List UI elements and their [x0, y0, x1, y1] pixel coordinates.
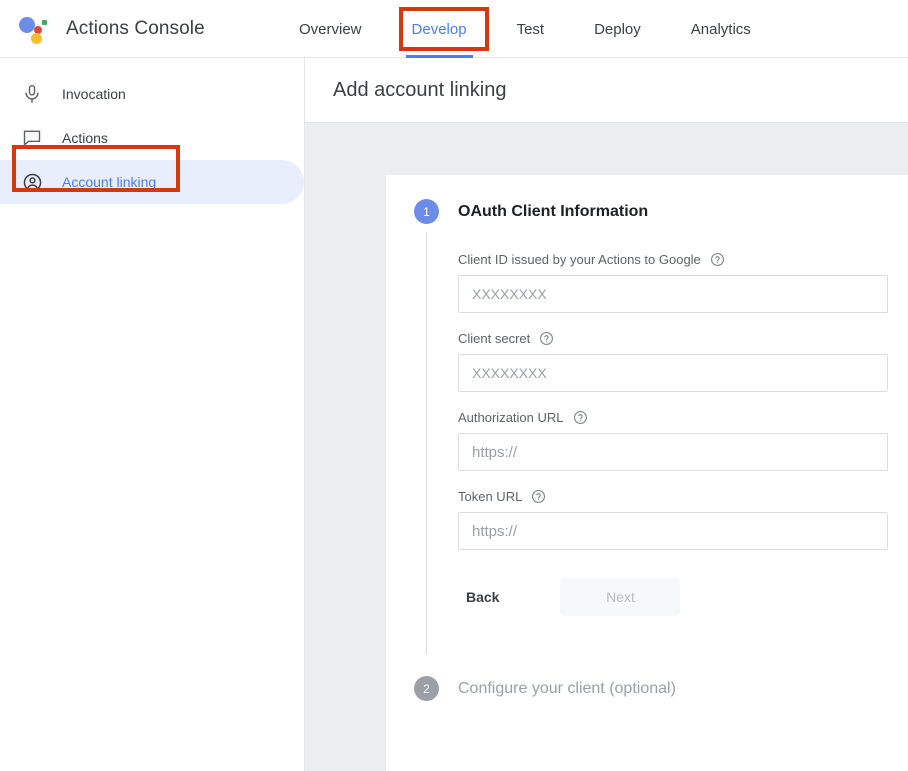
step-2-badge: 2 [414, 676, 439, 701]
client-secret-input[interactable] [458, 354, 888, 392]
actions-console-window: Actions Console Overview Develop Test De… [0, 0, 908, 771]
sidebar-item-actions[interactable]: Actions [0, 116, 304, 160]
tab-analytics[interactable]: Analytics [677, 0, 765, 58]
step-connector-line [426, 232, 427, 654]
help-icon[interactable] [539, 331, 554, 346]
help-icon[interactable] [573, 410, 588, 425]
tab-overview-label: Overview [299, 20, 362, 38]
main-tabs: Overview Develop Test Deploy Analytics [285, 0, 787, 58]
help-icon[interactable] [710, 252, 725, 267]
microphone-icon [20, 82, 44, 106]
google-assistant-logo [18, 14, 48, 44]
field-authorization-url-label: Authorization URL [458, 410, 564, 425]
field-client-secret: Client secret [458, 331, 908, 392]
field-client-id-label-row: Client ID issued by your Actions to Goog… [458, 252, 908, 267]
sidebar-item-account-linking[interactable]: Account linking [0, 160, 304, 204]
field-authorization-url: Authorization URL [458, 410, 908, 471]
back-button[interactable]: Back [458, 579, 507, 615]
field-token-url-label: Token URL [458, 489, 523, 504]
sidebar: Invocation Actions Account linking [0, 58, 305, 771]
field-client-secret-label-row: Client secret [458, 331, 908, 346]
app-title: Actions Console [66, 18, 205, 39]
client-id-input[interactable] [458, 275, 888, 313]
tab-analytics-label: Analytics [690, 20, 751, 38]
step-1-body: Client ID issued by your Actions to Goog… [458, 224, 908, 654]
sidebar-item-invocation[interactable]: Invocation [0, 72, 304, 116]
sidebar-item-invocation-label: Invocation [62, 86, 126, 102]
authorization-url-input[interactable] [458, 433, 888, 471]
top-navigation-bar: Actions Console Overview Develop Test De… [0, 0, 908, 58]
step-oauth-client-information: 1 OAuth Client Information Client ID iss… [386, 199, 908, 654]
field-client-id: Client ID issued by your Actions to Goog… [458, 252, 908, 313]
account-linking-card: 1 OAuth Client Information Client ID iss… [386, 175, 908, 771]
logo-yellow-dot [31, 33, 42, 44]
tab-test[interactable]: Test [503, 0, 559, 58]
brand[interactable]: Actions Console [18, 13, 205, 45]
field-client-id-label: Client ID issued by your Actions to Goog… [458, 252, 701, 267]
tab-overview[interactable]: Overview [285, 0, 376, 58]
tab-deploy-label: Deploy [594, 20, 641, 38]
sidebar-item-actions-label: Actions [62, 130, 108, 146]
step-2-title: Configure your client (optional) [458, 680, 676, 697]
page-title: Add account linking [333, 78, 507, 101]
step-1-badge: 1 [414, 199, 439, 224]
step-1-title: OAuth Client Information [458, 203, 649, 220]
field-token-url-label-row: Token URL [458, 489, 908, 504]
tab-develop-label: Develop [411, 20, 467, 38]
logo-green-dot [42, 20, 47, 25]
tab-deploy[interactable]: Deploy [580, 0, 655, 58]
tab-develop[interactable]: Develop [398, 0, 481, 58]
chat-bubble-icon [20, 126, 44, 150]
sidebar-item-account-linking-label: Account linking [62, 174, 157, 190]
step-configure-your-client[interactable]: 2 Configure your client (optional) [386, 676, 908, 701]
page-header: Add account linking [305, 58, 908, 122]
help-icon[interactable] [531, 489, 546, 504]
field-token-url: Token URL [458, 489, 908, 550]
next-button[interactable]: Next [560, 578, 681, 616]
logo-blue-dot [19, 17, 35, 33]
tab-test-label: Test [516, 20, 545, 38]
field-authorization-url-label-row: Authorization URL [458, 410, 908, 425]
account-circle-icon [20, 170, 44, 194]
token-url-input[interactable] [458, 512, 888, 550]
step-1-button-row: Back Next [458, 578, 908, 616]
content-area: Add account linking 1 OAuth Client Infor… [305, 58, 908, 771]
field-client-secret-label: Client secret [458, 331, 531, 346]
